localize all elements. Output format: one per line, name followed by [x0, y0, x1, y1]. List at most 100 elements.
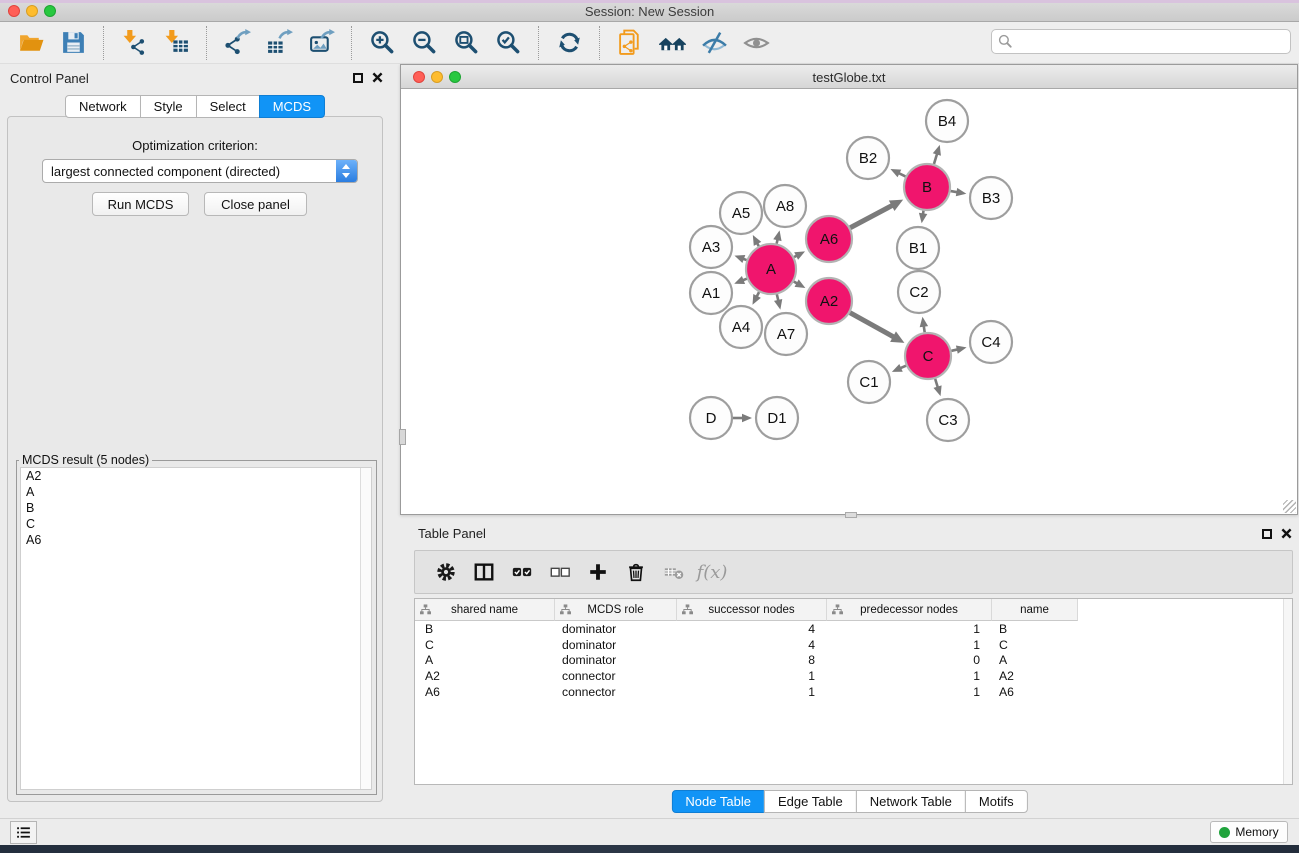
graph-node-B1[interactable]: B1 [897, 227, 939, 269]
table-cell: C [415, 638, 555, 652]
mcds-result-item[interactable]: B [21, 500, 371, 516]
graph-node-D[interactable]: D [690, 397, 732, 439]
mcds-panel: Optimization criterion: largest connecte… [7, 116, 383, 802]
create-column-button[interactable] [582, 556, 614, 588]
svg-text:C4: C4 [981, 334, 1000, 351]
delete-columns-button[interactable] [620, 556, 652, 588]
mcds-list-scrollbar[interactable] [360, 468, 371, 789]
graph-node-A4[interactable]: A4 [720, 306, 762, 348]
home-button[interactable] [654, 25, 690, 61]
apply-layout-button[interactable] [551, 25, 587, 61]
graph-node-C[interactable]: C [905, 333, 951, 379]
graph-node-C4[interactable]: C4 [970, 321, 1012, 363]
search-box[interactable] [991, 29, 1291, 54]
mcds-result-item[interactable]: A6 [21, 532, 371, 548]
column-header-MCDS-role[interactable]: MCDS role [555, 599, 677, 621]
mcds-result-item[interactable]: C [21, 516, 371, 532]
graph-node-B2[interactable]: B2 [847, 137, 889, 179]
tab-edge-table[interactable]: Edge Table [764, 790, 857, 813]
control-panel-title: Control Panel [10, 71, 89, 86]
network-from-document-button[interactable] [612, 25, 648, 61]
table-settings-button[interactable] [430, 556, 462, 588]
zoom-out-button[interactable] [406, 25, 442, 61]
tab-node-table[interactable]: Node Table [671, 790, 765, 813]
tab-select[interactable]: Select [196, 95, 260, 118]
double-home-icon [659, 29, 686, 56]
mcds-result-item[interactable]: A [21, 484, 371, 500]
show-columns-button[interactable] [468, 556, 500, 588]
graph-node-B4[interactable]: B4 [926, 100, 968, 142]
graph-node-A3[interactable]: A3 [690, 226, 732, 268]
select-all-checks-button[interactable] [506, 556, 538, 588]
splitter-handle[interactable] [399, 429, 406, 445]
table-cell: dominator [555, 638, 677, 652]
table-row-A6[interactable]: A6connector11A6 [415, 684, 1292, 700]
memory-button[interactable]: Memory [1210, 821, 1288, 843]
zoom-fit-button[interactable] [448, 25, 484, 61]
mcds-result-item[interactable]: A2 [21, 468, 371, 484]
zoom-selected-button[interactable] [490, 25, 526, 61]
graph-node-A5[interactable]: A5 [720, 192, 762, 234]
column-header-shared-name[interactable]: shared name [415, 599, 555, 621]
tab-motifs[interactable]: Motifs [965, 790, 1028, 813]
graph-node-A8[interactable]: A8 [764, 185, 806, 227]
import-network-button[interactable] [116, 25, 152, 61]
graph-node-A2[interactable]: A2 [806, 278, 852, 324]
graph-edge-A6-B[interactable] [850, 204, 894, 227]
table-cell: 1 [827, 638, 992, 652]
network-canvas[interactable]: B4 B2 B B3 B1 A5A8 A3 A6 A A1 A2 A4A7 C2 C4 C C1 C3 D D1 [401, 89, 1297, 514]
graph-node-A6[interactable]: A6 [806, 216, 852, 262]
graph-node-B[interactable]: B [904, 164, 950, 210]
tab-network-table[interactable]: Network Table [856, 790, 966, 813]
table-row-B[interactable]: Bdominator41B [415, 621, 1292, 637]
toggle-graphics-details-button[interactable] [696, 25, 732, 61]
float-table-panel-icon[interactable] [1262, 529, 1272, 539]
tab-style[interactable]: Style [140, 95, 197, 118]
arrowhead-icon [773, 230, 781, 241]
table-row-A2[interactable]: A2connector11A2 [415, 668, 1292, 684]
graph-edge-A2-C[interactable] [850, 313, 896, 338]
close-table-panel-icon[interactable] [1281, 528, 1292, 539]
toolbar-separator [599, 26, 600, 60]
table-cell: A6 [415, 685, 555, 699]
graph-node-C1[interactable]: C1 [848, 361, 890, 403]
table-cell: A [992, 653, 1078, 667]
column-header-successor-nodes[interactable]: successor nodes [677, 599, 827, 621]
zoom-in-button[interactable] [364, 25, 400, 61]
float-panel-icon[interactable] [353, 73, 363, 83]
close-panel-icon[interactable] [372, 72, 383, 83]
graph-node-A[interactable]: A [746, 244, 796, 294]
delete-table-button [658, 556, 690, 588]
tab-network[interactable]: Network [65, 95, 141, 118]
svg-text:A3: A3 [702, 239, 720, 256]
graph-node-C2[interactable]: C2 [898, 271, 940, 313]
table-row-A[interactable]: Adominator80A [415, 653, 1292, 669]
graph-node-C3[interactable]: C3 [927, 399, 969, 441]
table-scrollbar[interactable] [1283, 599, 1292, 784]
export-network-button[interactable] [219, 25, 255, 61]
task-history-button[interactable] [10, 821, 37, 844]
search-input[interactable] [1013, 32, 1290, 52]
column-header-name[interactable]: name [992, 599, 1078, 621]
export-table-button[interactable] [261, 25, 297, 61]
graph-node-A1[interactable]: A1 [690, 272, 732, 314]
svg-text:A6: A6 [820, 231, 838, 248]
table-row-C[interactable]: Cdominator41C [415, 637, 1292, 653]
optimization-criterion-select[interactable]: largest connected component (directed) [42, 159, 358, 183]
resize-grip-icon[interactable] [1283, 500, 1296, 513]
graph-node-B3[interactable]: B3 [970, 177, 1012, 219]
window-title: Session: New Session [0, 4, 1299, 19]
run-mcds-button[interactable]: Run MCDS [92, 192, 189, 216]
column-header-predecessor-nodes[interactable]: predecessor nodes [827, 599, 992, 621]
graph-node-A7[interactable]: A7 [765, 313, 807, 355]
tab-mcds[interactable]: MCDS [259, 95, 325, 118]
import-table-button[interactable] [158, 25, 194, 61]
clear-all-checks-button[interactable] [544, 556, 576, 588]
export-image-button[interactable] [303, 25, 339, 61]
close-panel-button[interactable]: Close panel [204, 192, 307, 216]
splitter-handle[interactable] [845, 512, 857, 518]
network-window-title: testGlobe.txt [401, 70, 1297, 85]
graph-node-D1[interactable]: D1 [756, 397, 798, 439]
open-session-button[interactable] [13, 25, 49, 61]
save-session-button[interactable] [55, 25, 91, 61]
